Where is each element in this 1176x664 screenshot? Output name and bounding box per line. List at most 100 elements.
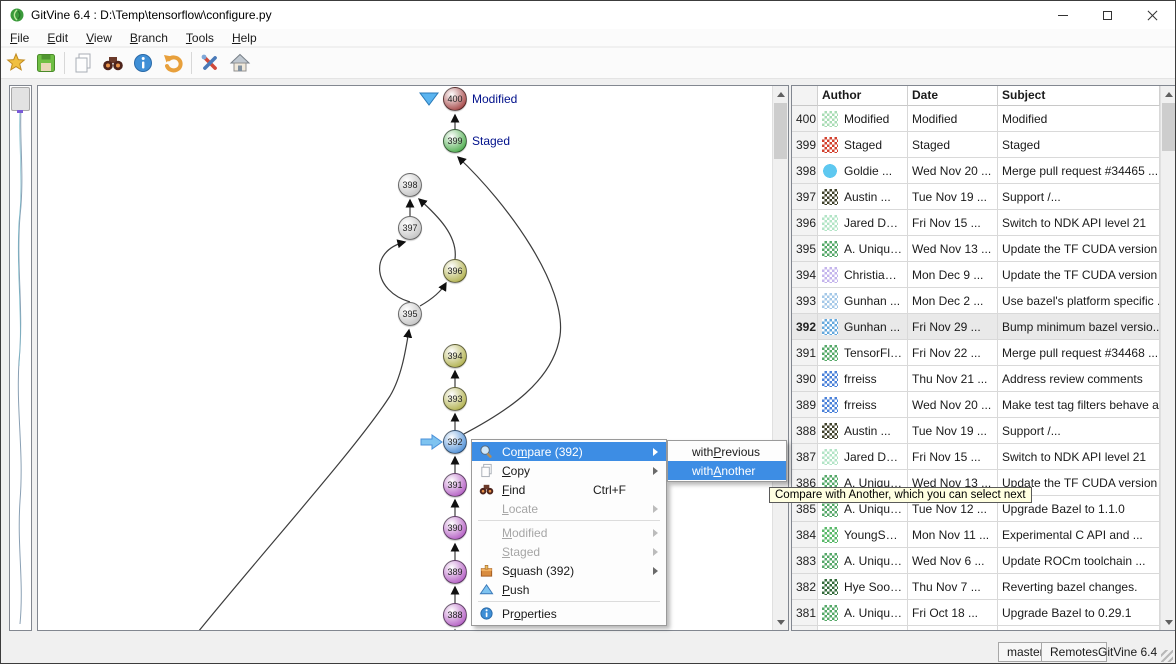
scroll-thumb[interactable] xyxy=(774,103,787,159)
close-button[interactable] xyxy=(1130,1,1175,29)
table-row[interactable]: 390frreissThu Nov 21 ...Address review c… xyxy=(792,366,1160,392)
column-header-author[interactable]: Author xyxy=(818,86,908,106)
context-menu-item-squash[interactable]: Squash (392) xyxy=(472,561,666,580)
context-menu-item-modified[interactable]: Modified xyxy=(472,523,666,542)
column-header-num[interactable] xyxy=(792,86,818,106)
star-icon xyxy=(5,52,27,74)
graph-overview-minimap[interactable] xyxy=(9,85,32,631)
submenu-arrow-icon xyxy=(653,567,658,575)
table-row[interactable]: 383A. Unique ...Wed Nov 6 ...Update ROCm… xyxy=(792,548,1160,574)
author-identicon xyxy=(822,605,838,621)
shortcut-label: Ctrl+F xyxy=(593,483,626,497)
scroll-down-arrow[interactable] xyxy=(1161,614,1176,630)
table-row-selected[interactable]: 392Gunhan ...Fri Nov 29 ...Bump minimum … xyxy=(792,314,1160,340)
commit-node[interactable]: 389 xyxy=(443,560,467,584)
commit-graph-panel[interactable]: 400 399 398 397 396 395 394 393 392 391 … xyxy=(37,85,789,631)
table-row[interactable]: 396Jared DukeFri Nov 15 ...Switch to NDK… xyxy=(792,210,1160,236)
menu-help[interactable]: Help xyxy=(223,30,266,46)
commit-node[interactable]: 394 xyxy=(443,344,467,368)
commit-node[interactable]: 390 xyxy=(443,516,467,540)
table-row[interactable]: 391TensorFlo...Fri Nov 22 ...Merge pull … xyxy=(792,340,1160,366)
menu-branch[interactable]: Branch xyxy=(121,30,177,46)
table-row[interactable]: 397Austin ...Tue Nov 19 ...Support /... xyxy=(792,184,1160,210)
context-menu-item-find[interactable]: Find Ctrl+F xyxy=(472,480,666,499)
minimap-viewport[interactable] xyxy=(11,87,30,111)
modified-label: Modified xyxy=(472,92,517,106)
minimap-graph-line xyxy=(10,86,31,630)
table-row[interactable]: 387Jared DukeFri Nov 15 ...Switch to NDK… xyxy=(792,444,1160,470)
column-header-subject[interactable]: Subject xyxy=(998,86,1160,106)
maximize-button[interactable] xyxy=(1085,1,1130,29)
magnifier-icon xyxy=(479,444,494,459)
commit-node[interactable]: 400 xyxy=(443,87,467,111)
scroll-down-arrow[interactable] xyxy=(773,614,789,630)
column-header-date[interactable]: Date xyxy=(908,86,998,106)
commit-node[interactable]: 398 xyxy=(398,173,422,197)
toolbar-button-find[interactable] xyxy=(98,50,128,77)
toolbar-button-tools[interactable] xyxy=(195,50,225,77)
author-identicon xyxy=(822,553,838,569)
author-identicon xyxy=(822,579,838,595)
scroll-up-arrow[interactable] xyxy=(773,86,789,102)
table-row[interactable]: 382Hye Soo ...Thu Nov 7 ...Reverting baz… xyxy=(792,574,1160,600)
commit-node[interactable]: 391 xyxy=(443,473,467,497)
context-menu-item-locate[interactable]: Locate xyxy=(472,499,666,518)
commit-node[interactable]: 399 xyxy=(443,129,467,153)
commit-node[interactable]: 393 xyxy=(443,387,467,411)
graph-scrollbar[interactable] xyxy=(772,86,788,630)
binoculars-icon xyxy=(479,482,494,497)
menu-separator xyxy=(478,520,660,521)
staged-label: Staged xyxy=(472,134,510,148)
toolbar-button-home[interactable] xyxy=(225,50,255,77)
selected-commit-arrow-icon xyxy=(421,435,442,449)
toolbar-button-star[interactable] xyxy=(1,50,31,77)
commit-node[interactable]: 396 xyxy=(443,259,467,283)
commit-table-panel[interactable]: Author Date Subject 400ModifiedModifiedM… xyxy=(791,85,1176,631)
context-menu-item-staged[interactable]: Staged xyxy=(472,542,666,561)
menu-view[interactable]: View xyxy=(77,30,121,46)
table-scrollbar[interactable] xyxy=(1160,86,1176,630)
minimap-branch-tick xyxy=(17,110,23,113)
table-row[interactable]: 381A. Unique ...Fri Oct 18 ...Upgrade Ba… xyxy=(792,600,1160,626)
commit-node-selected[interactable]: 392 xyxy=(443,430,467,454)
toolbar-button-save[interactable] xyxy=(31,50,61,77)
menu-edit[interactable]: Edit xyxy=(38,30,77,46)
close-icon xyxy=(1147,10,1158,21)
table-row[interactable]: 393Gunhan ...Mon Dec 2 ...Use bazel's pl… xyxy=(792,288,1160,314)
table-row[interactable]: 399StagedStagedStaged xyxy=(792,132,1160,158)
minimize-icon xyxy=(1058,15,1068,16)
toolbar-button-copy[interactable] xyxy=(68,50,98,77)
version-label: GitVine 6.4 xyxy=(1098,645,1157,659)
commit-node[interactable]: 397 xyxy=(398,216,422,240)
table-row[interactable]: 395A. Unique ...Wed Nov 13 ...Update the… xyxy=(792,236,1160,262)
context-menu-item-properties[interactable]: Properties xyxy=(472,604,666,623)
context-menu-item-push[interactable]: Push xyxy=(472,580,666,599)
table-row[interactable]: 394Christian ...Mon Dec 9 ...Update the … xyxy=(792,262,1160,288)
minimize-button[interactable] xyxy=(1040,1,1085,29)
app-window: GitVine 6.4 : D:\Temp\tensorflow\configu… xyxy=(0,0,1176,664)
menu-tools[interactable]: Tools xyxy=(177,30,223,46)
submenu-item-with-another[interactable]: with Another xyxy=(668,461,786,480)
table-row[interactable]: 388Austin ...Tue Nov 19 ...Support /... xyxy=(792,418,1160,444)
context-menu-item-compare[interactable]: Compare (392) xyxy=(472,442,666,461)
toolbar-button-undo[interactable] xyxy=(158,50,188,77)
scroll-thumb[interactable] xyxy=(1162,103,1175,151)
toolbar-button-info[interactable] xyxy=(128,50,158,77)
scroll-up-arrow[interactable] xyxy=(1161,86,1176,102)
author-identicon xyxy=(822,189,838,205)
table-row[interactable]: 400ModifiedModifiedModified xyxy=(792,106,1160,132)
submenu-item-with-previous[interactable]: with Previous xyxy=(668,442,786,461)
commit-node[interactable]: 388 xyxy=(443,603,467,627)
up-triangle-icon xyxy=(1165,92,1173,97)
commit-node[interactable]: 395 xyxy=(398,302,422,326)
resize-grip[interactable] xyxy=(1161,650,1173,662)
table-row[interactable]: 398Goldie ...Wed Nov 20 ...Merge pull re… xyxy=(792,158,1160,184)
title-bar[interactable]: GitVine 6.4 : D:\Temp\tensorflow\configu… xyxy=(1,1,1175,29)
table-row[interactable]: 384YoungSeo...Mon Nov 11 ...Experimental… xyxy=(792,522,1160,548)
copy-icon xyxy=(479,463,494,478)
copy-icon xyxy=(72,52,94,74)
menu-file[interactable]: File xyxy=(1,30,38,46)
table-row-partial[interactable] xyxy=(792,626,1160,631)
table-row[interactable]: 389frreissWed Nov 20 ...Make test tag fi… xyxy=(792,392,1160,418)
context-menu-item-copy[interactable]: Copy xyxy=(472,461,666,480)
